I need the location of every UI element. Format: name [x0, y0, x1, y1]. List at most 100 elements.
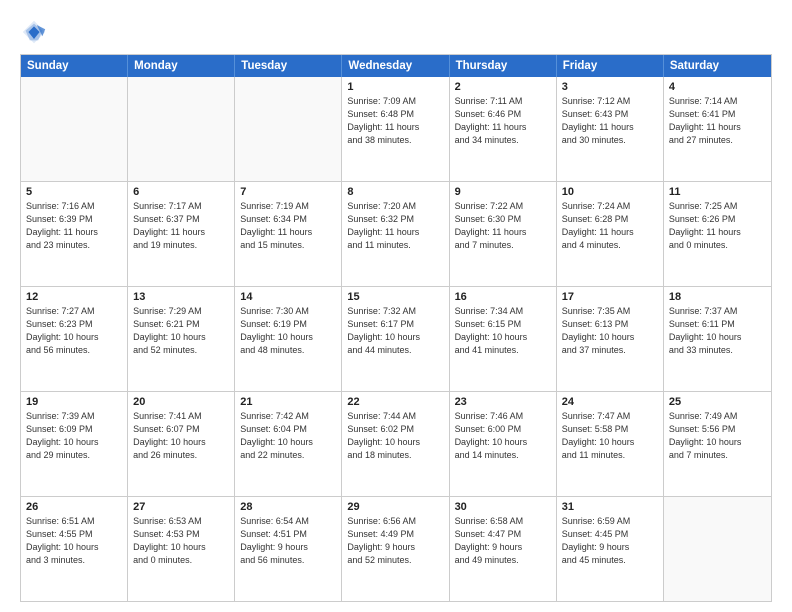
day-number: 31	[562, 501, 658, 513]
day-info: Sunrise: 7:29 AM Sunset: 6:21 PM Dayligh…	[133, 305, 229, 357]
day-number: 25	[669, 396, 766, 408]
day-info: Sunrise: 7:32 AM Sunset: 6:17 PM Dayligh…	[347, 305, 443, 357]
weekday-header-wednesday: Wednesday	[342, 55, 449, 77]
calendar-row-0: 1 Sunrise: 7:09 AM Sunset: 6:48 PM Daylig…	[21, 77, 771, 181]
day-info: Sunrise: 7:16 AM Sunset: 6:39 PM Dayligh…	[26, 200, 122, 252]
day-number: 26	[26, 501, 122, 513]
day-number: 1	[347, 81, 443, 93]
day-number: 12	[26, 291, 122, 303]
day-number: 6	[133, 186, 229, 198]
day-info: Sunrise: 7:41 AM Sunset: 6:07 PM Dayligh…	[133, 410, 229, 462]
calendar-cell-18: 18Sunrise: 7:37 AM Sunset: 6:11 PM Dayli…	[664, 287, 771, 391]
calendar-cell-15: 15 Sunrise: 7:32 AM Sunset: 6:17 PM Dayli…	[342, 287, 449, 391]
calendar-cell-empty-0-2	[235, 77, 342, 181]
calendar-cell-17: 17 Sunrise: 7:35 AM Sunset: 6:13 PM Dayli…	[557, 287, 664, 391]
calendar-cell-2: 2 Sunrise: 7:11 AM Sunset: 6:46 PM Daylig…	[450, 77, 557, 181]
calendar-header: SundayMondayTuesdayWednesdayThursdayFrid…	[21, 55, 771, 77]
calendar-cell-5: 5Sunrise: 7:16 AM Sunset: 6:39 PM Daylig…	[21, 182, 128, 286]
day-info: Sunrise: 7:12 AM Sunset: 6:43 PM Dayligh…	[562, 95, 658, 147]
calendar-row-2: 12 Sunrise: 7:27 AM Sunset: 6:23 PM Dayli…	[21, 286, 771, 391]
day-info: Sunrise: 7:44 AM Sunset: 6:02 PM Dayligh…	[347, 410, 443, 462]
day-info: Sunrise: 6:58 AM Sunset: 4:47 PM Dayligh…	[455, 515, 551, 567]
day-info: Sunrise: 7:49 AM Sunset: 5:56 PM Dayligh…	[669, 410, 766, 462]
calendar-cell-30: 30 Sunrise: 6:58 AM Sunset: 4:47 PM Dayli…	[450, 497, 557, 601]
day-number: 27	[133, 501, 229, 513]
day-info: Sunrise: 7:27 AM Sunset: 6:23 PM Dayligh…	[26, 305, 122, 357]
calendar-cell-empty-0-0	[21, 77, 128, 181]
day-info: Sunrise: 7:24 AM Sunset: 6:28 PM Dayligh…	[562, 200, 658, 252]
day-info: Sunrise: 7:37 AM Sunset: 6:11 PM Dayligh…	[669, 305, 766, 357]
day-number: 30	[455, 501, 551, 513]
day-info: Sunrise: 6:56 AM Sunset: 4:49 PM Dayligh…	[347, 515, 443, 567]
calendar: SundayMondayTuesdayWednesdayThursdayFrid…	[20, 54, 772, 602]
calendar-cell-21: 21 Sunrise: 7:42 AM Sunset: 6:04 PM Dayli…	[235, 392, 342, 496]
day-number: 17	[562, 291, 658, 303]
day-number: 21	[240, 396, 336, 408]
weekday-header-sunday: Sunday	[21, 55, 128, 77]
day-info: Sunrise: 7:09 AM Sunset: 6:48 PM Dayligh…	[347, 95, 443, 147]
calendar-row-4: 26 Sunrise: 6:51 AM Sunset: 4:55 PM Dayli…	[21, 496, 771, 601]
calendar-cell-10: 10 Sunrise: 7:24 AM Sunset: 6:28 PM Dayli…	[557, 182, 664, 286]
calendar-cell-8: 8 Sunrise: 7:20 AM Sunset: 6:32 PM Daylig…	[342, 182, 449, 286]
day-info: Sunrise: 7:42 AM Sunset: 6:04 PM Dayligh…	[240, 410, 336, 462]
calendar-cell-22: 22Sunrise: 7:44 AM Sunset: 6:02 PM Dayli…	[342, 392, 449, 496]
day-info: Sunrise: 7:35 AM Sunset: 6:13 PM Dayligh…	[562, 305, 658, 357]
calendar-cell-28: 28 Sunrise: 6:54 AM Sunset: 4:51 PM Dayli…	[235, 497, 342, 601]
day-number: 24	[562, 396, 658, 408]
calendar-cell-27: 27 Sunrise: 6:53 AM Sunset: 4:53 PM Dayli…	[128, 497, 235, 601]
calendar-cell-25: 25 Sunrise: 7:49 AM Sunset: 5:56 PM Dayli…	[664, 392, 771, 496]
day-info: Sunrise: 6:53 AM Sunset: 4:53 PM Dayligh…	[133, 515, 229, 567]
calendar-cell-6: 6Sunrise: 7:17 AM Sunset: 6:37 PM Daylig…	[128, 182, 235, 286]
day-info: Sunrise: 7:34 AM Sunset: 6:15 PM Dayligh…	[455, 305, 551, 357]
weekday-header-friday: Friday	[557, 55, 664, 77]
calendar-cell-4: 4 Sunrise: 7:14 AM Sunset: 6:41 PM Daylig…	[664, 77, 771, 181]
calendar-cell-31: 31 Sunrise: 6:59 AM Sunset: 4:45 PM Dayli…	[557, 497, 664, 601]
calendar-cell-3: 3 Sunrise: 7:12 AM Sunset: 6:43 PM Daylig…	[557, 77, 664, 181]
calendar-cell-14: 14 Sunrise: 7:30 AM Sunset: 6:19 PM Dayli…	[235, 287, 342, 391]
logo	[20, 18, 52, 46]
day-info: Sunrise: 7:22 AM Sunset: 6:30 PM Dayligh…	[455, 200, 551, 252]
day-info: Sunrise: 6:54 AM Sunset: 4:51 PM Dayligh…	[240, 515, 336, 567]
calendar-body: 1 Sunrise: 7:09 AM Sunset: 6:48 PM Daylig…	[21, 77, 771, 601]
day-info: Sunrise: 6:59 AM Sunset: 4:45 PM Dayligh…	[562, 515, 658, 567]
day-number: 16	[455, 291, 551, 303]
day-info: Sunrise: 7:46 AM Sunset: 6:00 PM Dayligh…	[455, 410, 551, 462]
day-number: 7	[240, 186, 336, 198]
weekday-header-monday: Monday	[128, 55, 235, 77]
calendar-cell-13: 13 Sunrise: 7:29 AM Sunset: 6:21 PM Dayli…	[128, 287, 235, 391]
day-number: 13	[133, 291, 229, 303]
day-info: Sunrise: 7:14 AM Sunset: 6:41 PM Dayligh…	[669, 95, 766, 147]
day-info: Sunrise: 7:30 AM Sunset: 6:19 PM Dayligh…	[240, 305, 336, 357]
calendar-cell-19: 19 Sunrise: 7:39 AM Sunset: 6:09 PM Dayli…	[21, 392, 128, 496]
day-number: 19	[26, 396, 122, 408]
weekday-header-tuesday: Tuesday	[235, 55, 342, 77]
calendar-cell-24: 24 Sunrise: 7:47 AM Sunset: 5:58 PM Dayli…	[557, 392, 664, 496]
day-number: 28	[240, 501, 336, 513]
day-number: 10	[562, 186, 658, 198]
logo-icon	[20, 18, 48, 46]
weekday-header-thursday: Thursday	[450, 55, 557, 77]
calendar-cell-7: 7Sunrise: 7:19 AM Sunset: 6:34 PM Daylig…	[235, 182, 342, 286]
day-number: 14	[240, 291, 336, 303]
day-info: Sunrise: 6:51 AM Sunset: 4:55 PM Dayligh…	[26, 515, 122, 567]
day-info: Sunrise: 7:47 AM Sunset: 5:58 PM Dayligh…	[562, 410, 658, 462]
day-number: 15	[347, 291, 443, 303]
calendar-cell-9: 9 Sunrise: 7:22 AM Sunset: 6:30 PM Daylig…	[450, 182, 557, 286]
page-header	[20, 18, 772, 46]
day-info: Sunrise: 7:25 AM Sunset: 6:26 PM Dayligh…	[669, 200, 766, 252]
day-number: 9	[455, 186, 551, 198]
calendar-cell-empty-4-6	[664, 497, 771, 601]
day-number: 8	[347, 186, 443, 198]
calendar-cell-16: 16 Sunrise: 7:34 AM Sunset: 6:15 PM Dayli…	[450, 287, 557, 391]
day-number: 4	[669, 81, 766, 93]
day-number: 3	[562, 81, 658, 93]
day-info: Sunrise: 7:11 AM Sunset: 6:46 PM Dayligh…	[455, 95, 551, 147]
day-number: 11	[669, 186, 766, 198]
day-number: 29	[347, 501, 443, 513]
calendar-cell-23: 23Sunrise: 7:46 AM Sunset: 6:00 PM Dayli…	[450, 392, 557, 496]
calendar-cell-11: 11 Sunrise: 7:25 AM Sunset: 6:26 PM Dayli…	[664, 182, 771, 286]
day-info: Sunrise: 7:20 AM Sunset: 6:32 PM Dayligh…	[347, 200, 443, 252]
day-number: 2	[455, 81, 551, 93]
calendar-cell-12: 12 Sunrise: 7:27 AM Sunset: 6:23 PM Dayli…	[21, 287, 128, 391]
day-info: Sunrise: 7:39 AM Sunset: 6:09 PM Dayligh…	[26, 410, 122, 462]
